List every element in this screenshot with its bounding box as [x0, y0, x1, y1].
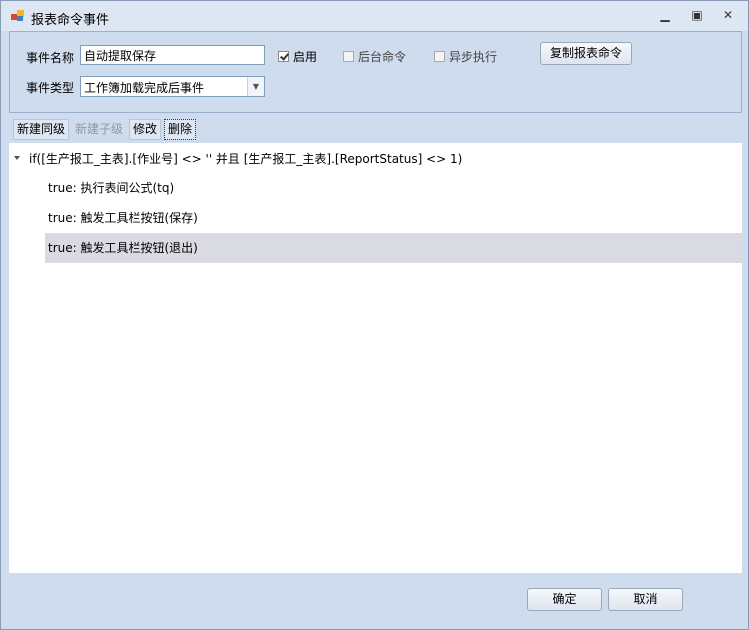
command-tree[interactable]: if([生产报工_主表].[作业号] <> '' 并且 [生产报工_主表].[R… [9, 143, 742, 573]
checkbox-checked-icon [278, 51, 289, 62]
tree-toolbar: 新建同级 新建子级 修改 删除 [9, 117, 742, 143]
copy-report-command-button[interactable]: 复制报表命令 [540, 42, 632, 65]
checkbox-unchecked-icon [434, 51, 445, 62]
event-type-select[interactable]: 工作簿加载完成后事件 ▼ [80, 76, 265, 97]
cancel-button[interactable]: 取消 [608, 588, 683, 611]
minimize-icon[interactable]: ▁ [655, 7, 675, 23]
new-sibling-button[interactable]: 新建同级 [13, 119, 70, 140]
event-settings-panel: 事件名称 启用 后台命令 异步执行 复制报表命令 事件类型 工作簿加载完成后事件… [9, 31, 742, 113]
dialog-footer: 确定 取消 [9, 573, 742, 625]
app-icon [11, 10, 24, 21]
tree-node-child[interactable]: true: 触发工具栏按钮(保存) [45, 203, 198, 233]
delete-button[interactable]: 删除 [164, 119, 197, 140]
edit-button[interactable]: 修改 [129, 119, 162, 140]
event-type-value: 工作簿加载完成后事件 [84, 81, 205, 95]
window-title: 报表命令事件 [31, 13, 110, 28]
tree-node-child[interactable]: true: 执行表间公式(tq) [45, 173, 174, 203]
event-name-input[interactable] [80, 45, 265, 65]
background-command-checkbox[interactable]: 后台命令 [343, 48, 406, 65]
ok-button[interactable]: 确定 [527, 588, 602, 611]
event-type-label: 事件类型 [26, 81, 75, 95]
enable-checkbox[interactable]: 启用 [278, 48, 317, 65]
tree-node-root[interactable]: if([生产报工_主表].[作业号] <> '' 并且 [生产报工_主表].[R… [29, 151, 462, 167]
maximize-icon[interactable]: ▣ [687, 7, 707, 23]
async-exec-checkbox[interactable]: 异步执行 [434, 48, 497, 65]
event-name-label: 事件名称 [26, 51, 75, 65]
close-icon[interactable]: ✕ [718, 7, 738, 23]
enable-label: 启用 [293, 50, 318, 64]
checkbox-unchecked-icon [343, 51, 354, 62]
tree-node-child-selected[interactable]: true: 触发工具栏按钮(退出) [45, 233, 742, 263]
expand-arrow-icon[interactable] [14, 156, 20, 160]
chevron-down-icon[interactable]: ▼ [247, 77, 264, 96]
title-bar[interactable]: 报表命令事件 ▁ ▣ ✕ [1, 1, 748, 31]
dialog-window: 报表命令事件 ▁ ▣ ✕ 事件名称 启用 后台命令 异步执行 复制报表命令 事件… [0, 0, 749, 630]
background-command-label: 后台命令 [358, 50, 407, 64]
async-exec-label: 异步执行 [449, 50, 498, 64]
new-child-button[interactable]: 新建子级 [71, 119, 127, 140]
